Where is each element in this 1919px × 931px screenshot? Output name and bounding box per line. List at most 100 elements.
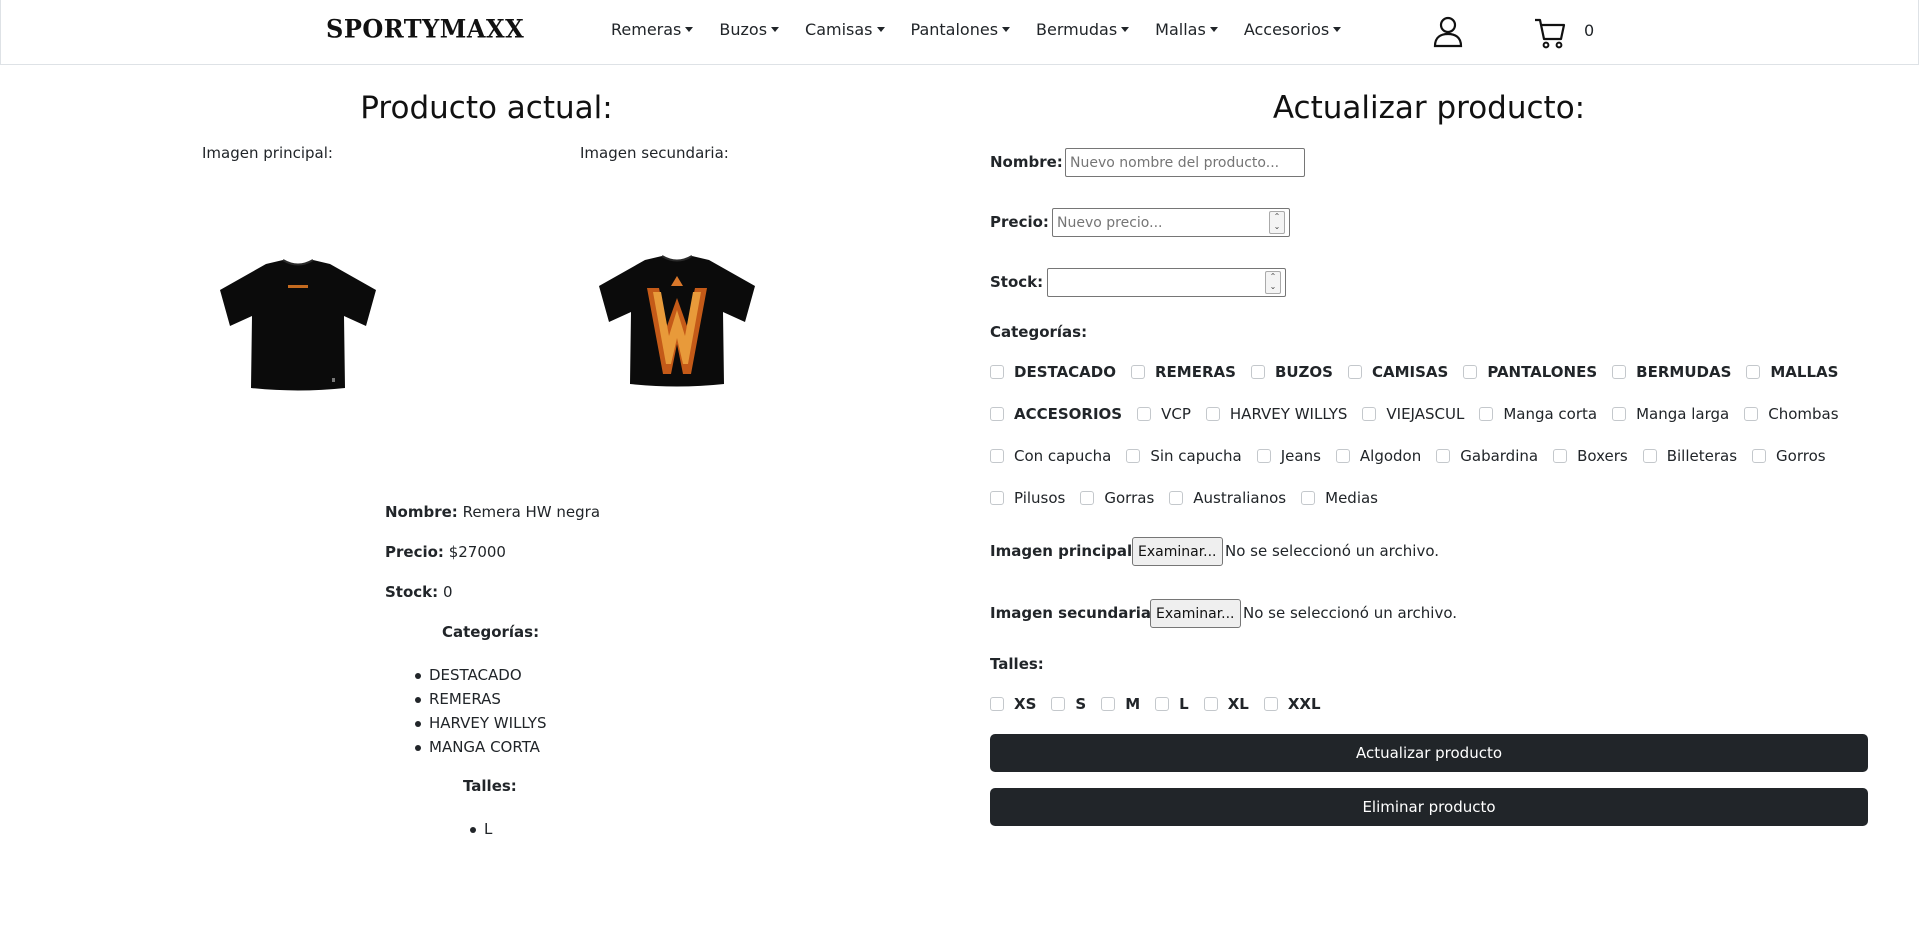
nav-item-camisas[interactable]: Camisas (805, 20, 885, 39)
checkbox[interactable] (1744, 407, 1759, 421)
update-product-button[interactable]: Actualizar producto (990, 734, 1868, 772)
checkbox[interactable] (1612, 365, 1627, 379)
checkbox[interactable] (1347, 365, 1362, 379)
name-label: Nombre: (385, 503, 458, 521)
nav-item-label: Buzos (719, 20, 768, 39)
category-checkbox[interactable]: Gabardina (1436, 447, 1538, 465)
checkbox[interactable] (990, 449, 1004, 463)
sizes-field-label: Talles: (990, 655, 1044, 673)
stock-spinner[interactable]: ⌃ ⌄ (1265, 271, 1281, 294)
checkbox-label: L (1179, 695, 1189, 713)
update-product-title: Actualizar producto: (1272, 90, 1586, 126)
checkbox[interactable] (1169, 491, 1184, 505)
category-checkbox[interactable]: Jeans (1256, 447, 1321, 465)
checkbox[interactable] (990, 407, 1004, 421)
category-checkbox[interactable]: CAMISAS (1347, 363, 1448, 381)
checkbox[interactable] (1553, 449, 1568, 463)
delete-product-button[interactable]: Eliminar producto (990, 788, 1868, 826)
checkbox[interactable] (1463, 365, 1478, 379)
checkbox[interactable] (1155, 697, 1170, 711)
category-checkbox[interactable]: Algodon (1335, 447, 1421, 465)
category-checkbox[interactable]: Sin capucha (1126, 447, 1242, 465)
stock-input[interactable] (1047, 268, 1286, 297)
category-checkbox[interactable]: BUZOS (1250, 363, 1333, 381)
checkbox-label: Boxers (1577, 447, 1628, 465)
checkbox[interactable] (1642, 449, 1657, 463)
nav-item-remeras[interactable]: Remeras (611, 20, 694, 39)
category-checkbox[interactable]: Billeteras (1642, 447, 1737, 465)
checkbox-label: Gorras (1104, 489, 1155, 507)
checkbox-label: Australianos (1193, 489, 1287, 507)
checkbox[interactable] (1301, 491, 1316, 505)
category-checkbox[interactable]: Manga larga (1612, 405, 1729, 423)
nav-item-pantalones[interactable]: Pantalones (911, 20, 1011, 39)
checkbox-label: Manga corta (1503, 405, 1598, 423)
category-checkbox[interactable]: Chombas (1744, 405, 1839, 423)
name-input[interactable] (1065, 148, 1305, 177)
checkbox-label: XXL (1287, 695, 1321, 713)
checkbox[interactable] (1479, 407, 1494, 421)
category-checkbox[interactable]: Pilusos (990, 489, 1065, 507)
checkbox[interactable] (990, 491, 1004, 505)
category-checkbox[interactable]: Gorros (1752, 447, 1826, 465)
category-checkbox[interactable]: Manga corta (1479, 405, 1597, 423)
category-checkbox[interactable]: Con capucha (990, 447, 1111, 465)
checkbox[interactable] (1137, 407, 1152, 421)
browse-main-image-button[interactable]: Examinar... (1132, 537, 1223, 566)
category-checkbox[interactable]: DESTACADO (990, 363, 1116, 381)
checkbox[interactable] (1101, 697, 1116, 711)
category-checkbox[interactable]: Boxers (1553, 447, 1628, 465)
checkbox[interactable] (1256, 449, 1271, 463)
checkbox[interactable] (1335, 449, 1350, 463)
checkbox-label: Gorros (1776, 447, 1826, 465)
checkbox[interactable] (990, 365, 1004, 379)
browse-secondary-image-button[interactable]: Examinar... (1150, 599, 1241, 628)
brand-logo[interactable]: SPORTYMAXX (326, 13, 524, 43)
nav-menu: Remeras Buzos Camisas Pantalones Bermuda… (611, 20, 1342, 39)
nav-item-accesorios[interactable]: Accesorios (1244, 20, 1342, 39)
checkbox[interactable] (1612, 407, 1627, 421)
category-row: DESTACADO REMERAS BUZOS CAMISAS PANTALON… (990, 363, 1853, 381)
checkbox[interactable] (1250, 365, 1265, 379)
checkbox[interactable] (1080, 491, 1095, 505)
category-checkbox[interactable]: ACCESORIOS (990, 405, 1122, 423)
nav-item-bermudas[interactable]: Bermudas (1036, 20, 1130, 39)
size-checkbox[interactable]: XS (990, 695, 1036, 713)
checkbox[interactable] (1436, 449, 1451, 463)
user-icon[interactable] (1433, 16, 1463, 48)
cart-count: 0 (1584, 21, 1595, 40)
category-checkbox[interactable]: Gorras (1080, 489, 1154, 507)
category-checkbox[interactable]: VCP (1137, 405, 1191, 423)
checkbox[interactable] (1263, 697, 1278, 711)
checkbox[interactable] (1203, 697, 1218, 711)
category-checkbox[interactable]: Medias (1301, 489, 1378, 507)
size-checkbox[interactable]: S (1051, 695, 1086, 713)
cart-icon[interactable] (1533, 16, 1567, 50)
category-checkbox[interactable]: REMERAS (1131, 363, 1236, 381)
size-checkbox[interactable]: M (1101, 695, 1140, 713)
checkbox-label: ACCESORIOS (1014, 405, 1123, 423)
checkbox[interactable] (1126, 449, 1141, 463)
checkbox[interactable] (1746, 365, 1761, 379)
size-checkbox[interactable]: XL (1203, 695, 1249, 713)
category-checkbox[interactable]: Australianos (1169, 489, 1286, 507)
category-checkbox[interactable]: MALLAS (1746, 363, 1838, 381)
price-input[interactable] (1052, 208, 1290, 237)
nav-item-buzos[interactable]: Buzos (719, 20, 780, 39)
price-spinner[interactable]: ⌃ ⌄ (1269, 211, 1285, 234)
size-checkbox[interactable]: XXL (1263, 695, 1321, 713)
checkbox[interactable] (1051, 697, 1066, 711)
category-checkbox[interactable]: HARVEY WILLYS (1205, 405, 1347, 423)
current-name: Nombre: Remera HW negra (385, 503, 600, 521)
checkbox[interactable] (1131, 365, 1145, 379)
checkbox[interactable] (1752, 449, 1767, 463)
size-checkbox[interactable]: L (1155, 695, 1189, 713)
category-checkbox[interactable]: VIEJASCUL (1362, 405, 1464, 423)
checkbox-label: Gabardina (1460, 447, 1539, 465)
category-checkbox[interactable]: PANTALONES (1463, 363, 1597, 381)
checkbox[interactable] (1362, 407, 1377, 421)
checkbox[interactable] (1205, 407, 1220, 421)
checkbox[interactable] (990, 697, 1004, 711)
nav-item-mallas[interactable]: Mallas (1155, 20, 1218, 39)
category-checkbox[interactable]: BERMUDAS (1612, 363, 1731, 381)
